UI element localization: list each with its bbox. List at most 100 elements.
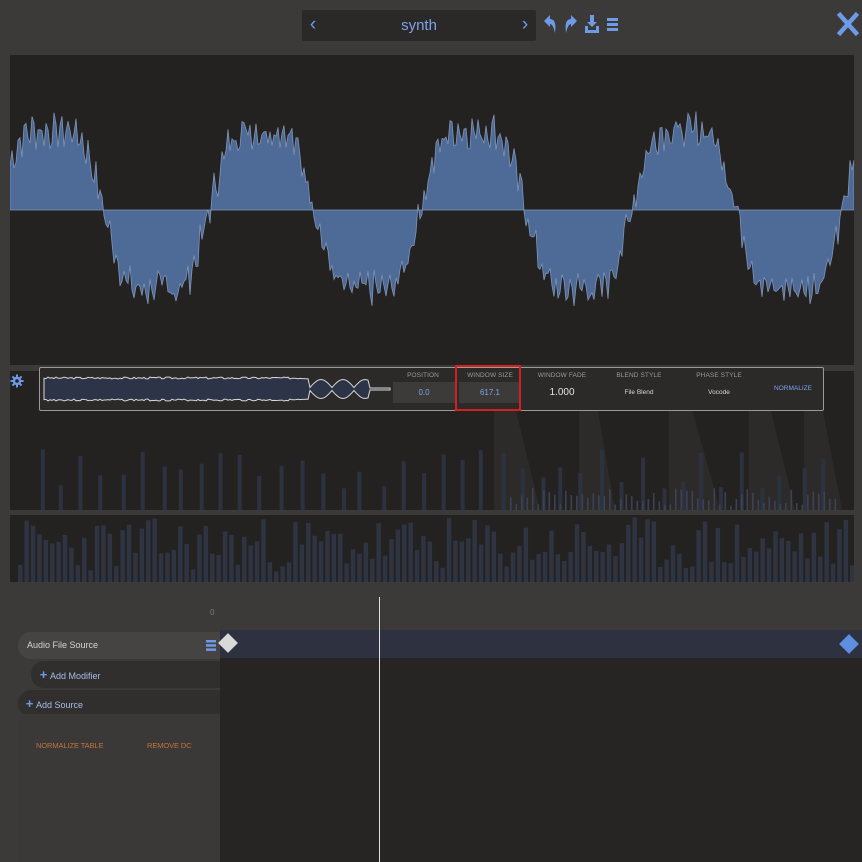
phase-style-param[interactable]: PHASE STYLE Vocode bbox=[680, 368, 758, 410]
spectrum-bar bbox=[790, 489, 793, 510]
spectrum-bar bbox=[543, 490, 545, 510]
preset-selector[interactable]: ‹ synth › bbox=[302, 10, 536, 41]
phase-bar bbox=[722, 562, 727, 582]
redo-icon[interactable] bbox=[561, 13, 581, 35]
window-fade-param[interactable]: WINDOW FADE 1.000 bbox=[526, 368, 598, 410]
spectrum-bar bbox=[636, 500, 639, 510]
spectrum-bar bbox=[647, 499, 650, 510]
phase-bar bbox=[747, 548, 753, 582]
phase-bar bbox=[850, 565, 854, 582]
plus-icon: + bbox=[25, 696, 34, 711]
phase-bar bbox=[530, 559, 535, 582]
normalize-table-button[interactable]: NORMALIZE TABLE bbox=[36, 741, 104, 750]
blend-style-value[interactable]: File Blend bbox=[608, 382, 670, 403]
phase-bar bbox=[62, 535, 68, 582]
phase-bar bbox=[18, 564, 23, 582]
phase-bar bbox=[837, 529, 842, 582]
spectrum-bar bbox=[801, 504, 804, 510]
phase-bar bbox=[498, 553, 503, 582]
spectrum-bar bbox=[719, 504, 721, 510]
blend-style-label: BLEND STYLE bbox=[616, 372, 662, 379]
phase-bar bbox=[171, 550, 177, 582]
phase-bar bbox=[197, 534, 202, 582]
window-size-label: WINDOW SIZE bbox=[467, 372, 513, 379]
phase-bar bbox=[773, 531, 778, 582]
source-menu-icon[interactable] bbox=[206, 640, 216, 651]
spectrum-bar bbox=[58, 485, 63, 510]
spectrum-bar bbox=[501, 453, 506, 510]
phase-bar bbox=[690, 566, 695, 582]
spectrum-bar bbox=[570, 495, 573, 510]
playhead[interactable] bbox=[379, 597, 380, 862]
gear-icon[interactable] bbox=[10, 374, 24, 388]
phase-bar bbox=[702, 521, 708, 582]
phase-bar bbox=[107, 533, 113, 582]
phase-bar bbox=[126, 524, 132, 582]
spectrum-bar bbox=[609, 489, 611, 510]
phase-bar bbox=[786, 541, 791, 582]
position-value[interactable]: 0.0 bbox=[393, 382, 455, 403]
window-size-param[interactable]: WINDOW SIZE 617.1 bbox=[458, 368, 522, 410]
window-size-value[interactable]: 617.1 bbox=[459, 382, 521, 403]
phase-bar bbox=[395, 529, 401, 582]
phase-bar bbox=[363, 542, 369, 582]
remove-dc-button[interactable]: REMOVE DC bbox=[147, 741, 192, 750]
spectrum-bar bbox=[218, 453, 223, 510]
position-label: POSITION bbox=[407, 372, 439, 379]
blend-style-param[interactable]: BLEND STYLE File Blend bbox=[600, 368, 678, 410]
position-param[interactable]: POSITION 0.0 bbox=[393, 368, 455, 410]
spectrum-bar bbox=[559, 504, 562, 510]
phase-bar bbox=[491, 531, 497, 582]
phase-spectrum[interactable] bbox=[10, 515, 854, 582]
window-fade-label: WINDOW FADE bbox=[537, 372, 587, 379]
spectrum-bar bbox=[702, 499, 705, 510]
phase-bar bbox=[338, 533, 343, 582]
spectrum-bar bbox=[98, 475, 103, 510]
timeline-ruler[interactable]: 0 bbox=[210, 606, 862, 628]
undo-icon[interactable] bbox=[540, 13, 560, 35]
spectrum-bar bbox=[576, 495, 578, 510]
phase-bar bbox=[792, 551, 797, 582]
audio-file-source-row[interactable]: Audio File Source bbox=[18, 632, 220, 659]
spectrum-bar bbox=[537, 504, 540, 510]
phase-bar bbox=[594, 550, 599, 582]
waveform-display[interactable] bbox=[10, 55, 854, 365]
phase-bar bbox=[254, 541, 260, 582]
next-preset-button[interactable]: › bbox=[516, 12, 534, 38]
phase-bar bbox=[101, 525, 106, 582]
normalize-button[interactable]: NORMALIZE bbox=[762, 368, 824, 410]
phase-bar bbox=[210, 553, 215, 582]
spectrum-bar bbox=[554, 494, 556, 510]
sample-thumbnail[interactable] bbox=[40, 368, 392, 410]
window-fade-value[interactable]: 1.000 bbox=[531, 382, 593, 403]
preset-name[interactable]: synth bbox=[324, 10, 514, 41]
phase-bar bbox=[370, 558, 375, 582]
add-modifier-button[interactable]: + Add Modifier bbox=[31, 661, 220, 688]
add-source-button[interactable]: + Add Source bbox=[18, 690, 220, 717]
plus-icon: + bbox=[39, 667, 48, 682]
spectrum-bar bbox=[515, 504, 518, 510]
spectrum-bar bbox=[823, 491, 826, 510]
phase-bar bbox=[414, 549, 420, 582]
spectrum-bar bbox=[581, 494, 584, 510]
waveform-shape bbox=[10, 111, 854, 307]
menu-icon[interactable] bbox=[604, 13, 624, 35]
phase-bar bbox=[88, 570, 93, 582]
save-icon[interactable] bbox=[582, 13, 602, 35]
phase-bar bbox=[517, 546, 522, 582]
spectrum-bar bbox=[614, 504, 617, 510]
phase-style-value[interactable]: Vocode bbox=[688, 382, 750, 403]
spectrum-bar bbox=[658, 501, 661, 510]
phase-bar bbox=[286, 562, 292, 582]
spectrum-bar bbox=[40, 449, 45, 510]
previous-preset-button[interactable]: ‹ bbox=[304, 12, 322, 38]
spectrum-bar bbox=[730, 505, 732, 510]
timeline-area[interactable] bbox=[220, 630, 862, 862]
audio-source-track[interactable] bbox=[220, 630, 862, 658]
phase-bar bbox=[683, 567, 689, 582]
spectrum-bar bbox=[620, 499, 622, 510]
phase-bar bbox=[261, 519, 266, 582]
close-icon[interactable] bbox=[836, 11, 860, 37]
wavetable-editor: ‹ synth › POSITION 0.0 WINDOW SIZE 617.1… bbox=[0, 0, 862, 862]
phase-bar bbox=[350, 549, 356, 582]
